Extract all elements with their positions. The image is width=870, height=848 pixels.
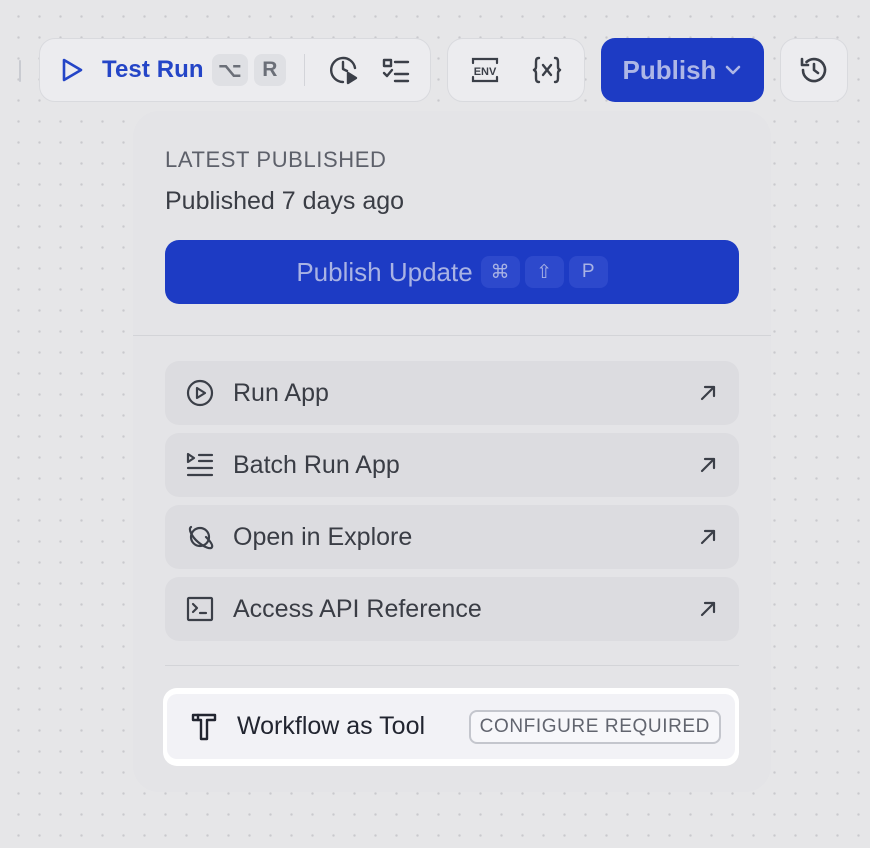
batch-run-app-label: Batch Run App (233, 450, 400, 479)
test-run-shortcut: ⌥ R (211, 54, 286, 86)
p-key: P (568, 256, 608, 288)
history-group (780, 38, 848, 102)
menu-divider (165, 665, 739, 666)
checklist-button[interactable] (373, 47, 419, 93)
test-run-group: Test Run ⌥ R (39, 38, 431, 102)
play-icon (60, 57, 84, 83)
svg-text:ENV: ENV (474, 66, 497, 78)
open-in-explore-label: Open in Explore (233, 522, 413, 551)
test-run-button[interactable]: Test Run (60, 56, 204, 84)
access-api-reference-item[interactable]: Access API Reference (165, 577, 739, 641)
command-key: ⌘ (480, 256, 520, 288)
published-time-text: Published 7 days ago (165, 187, 405, 215)
external-link-icon (699, 456, 717, 474)
variables-group: ENV (447, 38, 585, 102)
publish-update-button[interactable]: Publish Update ⌘ ⇧ P (165, 240, 739, 304)
r-key: R (253, 54, 286, 86)
publish-label: Publish (622, 54, 717, 85)
latest-published-heading: LATEST PUBLISHED (165, 147, 387, 172)
external-link-icon (699, 384, 717, 402)
checklist-icon (381, 55, 411, 85)
explore-planet-icon (185, 523, 215, 551)
shift-key: ⇧ (524, 256, 564, 288)
env-icon: ENV (469, 54, 501, 86)
checklist-run-icon (328, 54, 360, 86)
publish-button[interactable]: Publish (601, 38, 764, 102)
run-app-item[interactable]: Run App (165, 361, 739, 425)
publish-status-section: LATEST PUBLISHED Published 7 days ago Pu… (133, 111, 771, 335)
play-circle-icon (185, 379, 215, 407)
publish-update-shortcut: ⌘ ⇧ P (480, 256, 608, 288)
external-link-icon (699, 600, 717, 618)
publish-actions-menu: Run App Batch Run App Open in Explore Ac… (165, 361, 739, 649)
configure-required-badge: CONFIGURE REQUIRED (468, 709, 721, 744)
panel-divider (133, 335, 771, 336)
access-api-reference-label: Access API Reference (233, 594, 482, 623)
toolbar-grip (19, 60, 21, 82)
batch-run-app-item[interactable]: Batch Run App (165, 433, 739, 497)
workflow-as-tool-highlight: Workflow as Tool CONFIGURE REQUIRED (163, 688, 739, 766)
env-button[interactable]: ENV (462, 47, 508, 93)
publish-update-label: Publish Update (296, 256, 473, 287)
terminal-icon (185, 596, 215, 622)
open-in-explore-item[interactable]: Open in Explore (165, 505, 739, 569)
version-history-button[interactable] (791, 47, 837, 93)
run-app-label: Run App (233, 378, 329, 407)
workflow-as-tool-label: Workflow as Tool (237, 712, 426, 740)
history-icon (799, 55, 829, 85)
variable-icon (531, 54, 563, 86)
toolbar-separator (303, 54, 305, 86)
external-link-icon (699, 528, 717, 546)
variable-button[interactable] (524, 47, 570, 93)
run-history-button[interactable] (321, 47, 367, 93)
workflow-as-tool-item[interactable]: Workflow as Tool CONFIGURE REQUIRED (167, 694, 735, 759)
option-key: ⌥ (211, 54, 248, 86)
batch-run-icon (185, 452, 215, 478)
tool-icon (189, 712, 219, 742)
chevron-down-icon (724, 64, 742, 76)
test-run-label: Test Run (102, 56, 204, 83)
